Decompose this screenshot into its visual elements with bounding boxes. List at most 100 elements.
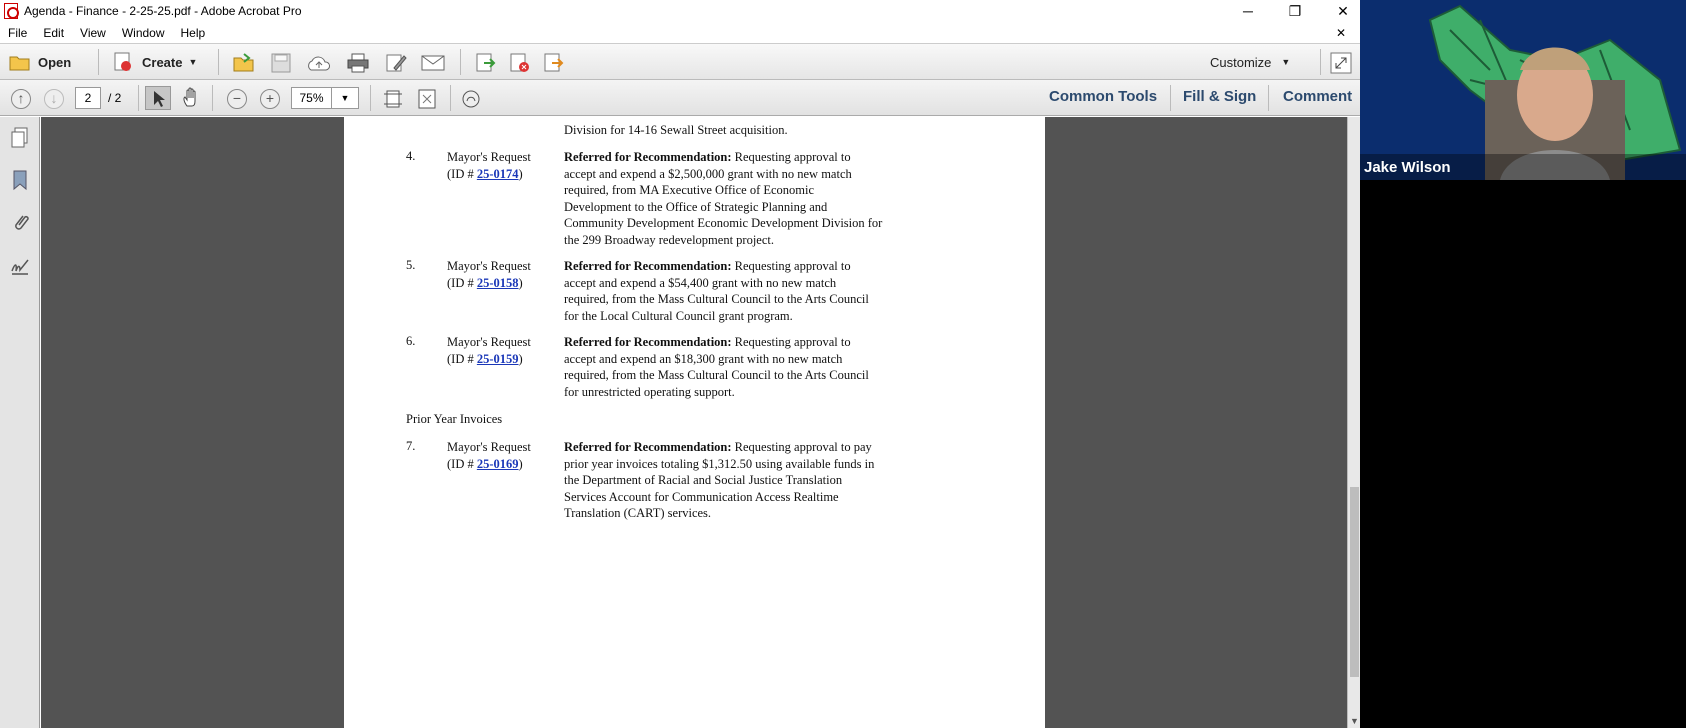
open-label: Open bbox=[38, 54, 72, 70]
item-number: 7. bbox=[406, 439, 416, 453]
menu-edit[interactable]: Edit bbox=[35, 26, 72, 40]
vertical-scrollbar[interactable]: ▼ bbox=[1347, 117, 1360, 728]
edit-icon[interactable] bbox=[384, 52, 408, 74]
fill-sign-button[interactable]: Fill & Sign bbox=[1183, 88, 1256, 105]
requester-label: Mayor's Request bbox=[447, 259, 531, 273]
item-number: 5. bbox=[406, 258, 416, 272]
item-text: Requesting approval to accept and expend… bbox=[564, 150, 883, 247]
navigation-pane bbox=[0, 117, 40, 728]
comment-button[interactable]: Comment bbox=[1283, 88, 1352, 105]
toolbar-divider bbox=[1268, 85, 1269, 111]
menu-view[interactable]: View bbox=[72, 26, 114, 40]
scrollbar-thumb[interactable] bbox=[1350, 487, 1359, 677]
main-toolbar: Open Create ▼ Customize ▼ bbox=[0, 44, 1360, 80]
hand-tool-icon[interactable] bbox=[180, 87, 202, 109]
item-requester: Mayor's Request (ID # 25-0158) bbox=[447, 258, 562, 291]
restore-button[interactable]: ❐ bbox=[1280, 0, 1310, 22]
previous-page-icon[interactable]: ↑ bbox=[11, 89, 31, 109]
attachments-icon[interactable] bbox=[10, 212, 30, 234]
menu-help[interactable]: Help bbox=[173, 26, 214, 40]
item-description: Referred for Recommendation: Requesting … bbox=[564, 439, 884, 522]
video-participant-tile: Jake Wilson bbox=[1360, 0, 1686, 180]
pdf-page: Division for 14-16 Sewall Street acquisi… bbox=[344, 117, 1045, 728]
item-description: Referred for Recommendation: Requesting … bbox=[564, 149, 884, 248]
toolbar-divider bbox=[98, 49, 99, 75]
toolbar-divider bbox=[1320, 49, 1321, 75]
folder-icon bbox=[9, 56, 30, 71]
item-id-link[interactable]: 25-0159 bbox=[477, 352, 519, 366]
item-id-link[interactable]: 25-0169 bbox=[477, 457, 519, 471]
common-tools-button[interactable]: Common Tools bbox=[1049, 88, 1157, 105]
create-button[interactable]: Create ▼ bbox=[112, 50, 197, 74]
delete-pages-icon[interactable] bbox=[508, 52, 532, 74]
menu-file[interactable]: File bbox=[0, 26, 35, 40]
close-button[interactable]: ✕ bbox=[1328, 0, 1358, 22]
id-suffix: ) bbox=[518, 351, 523, 366]
customize-button[interactable]: Customize ▼ bbox=[1210, 50, 1290, 74]
scroll-down-icon[interactable]: ▼ bbox=[1350, 716, 1359, 726]
zoom-in-icon[interactable]: + bbox=[260, 89, 280, 109]
zoom-dropdown-icon[interactable]: ▼ bbox=[331, 87, 359, 109]
signatures-icon[interactable] bbox=[10, 255, 30, 277]
id-prefix: (ID # bbox=[447, 275, 477, 290]
customize-label: Customize bbox=[1210, 54, 1272, 70]
referral-label: Referred for Recommendation: bbox=[564, 440, 732, 454]
item-requester: Mayor's Request (ID # 25-0169) bbox=[447, 439, 562, 472]
email-icon[interactable] bbox=[420, 53, 446, 73]
id-suffix: ) bbox=[518, 456, 523, 471]
select-tool-button[interactable] bbox=[145, 86, 171, 110]
toolbar-divider bbox=[212, 85, 213, 111]
page-number-input[interactable]: 2 bbox=[75, 87, 101, 109]
referral-label: Referred for Recommendation: bbox=[564, 150, 732, 164]
open-folder-icon[interactable] bbox=[232, 52, 256, 74]
create-dropdown-icon: ▼ bbox=[188, 57, 198, 67]
minimize-button[interactable]: ─ bbox=[1233, 0, 1263, 22]
open-button[interactable]: Open bbox=[8, 50, 71, 74]
menu-window[interactable]: Window bbox=[114, 26, 173, 40]
toolbar-divider bbox=[460, 49, 461, 75]
item-requester: Mayor's Request (ID # 25-0174) bbox=[447, 149, 562, 182]
read-mode-icon[interactable] bbox=[460, 88, 482, 110]
id-prefix: (ID # bbox=[447, 351, 477, 366]
full-screen-icon[interactable] bbox=[416, 88, 438, 110]
id-suffix: ) bbox=[518, 275, 523, 290]
cloud-upload-icon[interactable] bbox=[306, 52, 332, 74]
cursor-icon bbox=[154, 91, 165, 107]
video-feed bbox=[1360, 0, 1686, 180]
toolbar-divider bbox=[450, 85, 451, 111]
referral-label: Referred for Recommendation: bbox=[564, 335, 732, 349]
zoom-out-icon[interactable]: − bbox=[227, 89, 247, 109]
id-prefix: (ID # bbox=[447, 166, 477, 181]
save-icon[interactable] bbox=[270, 52, 292, 74]
section-heading: Prior Year Invoices bbox=[406, 412, 503, 426]
zoom-level-input[interactable]: 75% bbox=[291, 87, 331, 109]
expand-icon[interactable] bbox=[1330, 52, 1352, 74]
item-id-link[interactable]: 25-0174 bbox=[477, 167, 519, 181]
requester-label: Mayor's Request bbox=[447, 150, 531, 164]
insert-pages-icon[interactable] bbox=[474, 52, 498, 74]
close-document-icon[interactable]: ✕ bbox=[1328, 26, 1354, 40]
item-description: Referred for Recommendation: Requesting … bbox=[564, 258, 884, 324]
item-requester: Mayor's Request (ID # 25-0159) bbox=[447, 334, 562, 367]
create-pdf-icon bbox=[114, 52, 131, 71]
toolbar-divider bbox=[370, 85, 371, 111]
next-page-icon[interactable]: ↓ bbox=[44, 89, 64, 109]
id-prefix: (ID # bbox=[447, 456, 477, 471]
page-thumbnails-icon[interactable] bbox=[10, 127, 30, 149]
extract-pages-icon[interactable] bbox=[542, 52, 566, 74]
fit-page-icon[interactable] bbox=[382, 88, 404, 110]
acrobat-window: Agenda - Finance - 2-25-25.pdf - Adobe A… bbox=[0, 0, 1360, 728]
bookmarks-icon[interactable] bbox=[10, 169, 30, 191]
item-number: 4. bbox=[406, 149, 416, 163]
toolbar-divider bbox=[138, 85, 139, 111]
create-label: Create bbox=[142, 54, 183, 70]
toolbar-divider bbox=[218, 49, 219, 75]
document-viewer[interactable]: Division for 14-16 Sewall Street acquisi… bbox=[41, 117, 1347, 728]
acrobat-logo-icon bbox=[4, 3, 19, 19]
print-icon[interactable] bbox=[346, 52, 370, 74]
item-number: 6. bbox=[406, 334, 416, 348]
menu-bar: File Edit View Window Help ✕ bbox=[0, 22, 1360, 44]
participant-name: Jake Wilson bbox=[1364, 159, 1451, 176]
requester-label: Mayor's Request bbox=[447, 440, 531, 454]
item-id-link[interactable]: 25-0158 bbox=[477, 276, 519, 290]
